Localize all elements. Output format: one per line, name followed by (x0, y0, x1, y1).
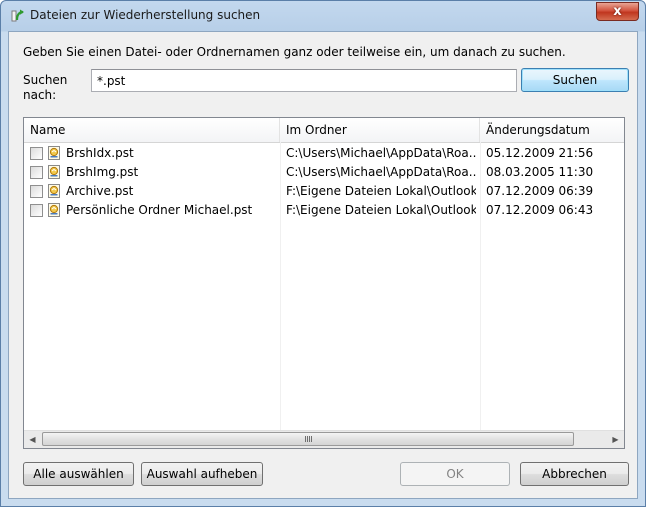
title-bar[interactable]: Dateien zur Wiederherstellung suchen x (1, 1, 645, 31)
list-header: Name Im Ordner Änderungsdatum (24, 118, 624, 143)
table-row[interactable]: Persönliche Ordner Michael.pst F:\Eigene… (24, 201, 624, 220)
window-title: Dateien zur Wiederherstellung suchen (30, 8, 261, 22)
pst-file-icon (46, 183, 62, 199)
close-button[interactable]: x (596, 2, 639, 21)
column-header-name[interactable]: Name (24, 118, 280, 142)
restore-icon (9, 8, 25, 24)
grip-icon (305, 436, 313, 442)
ok-button[interactable]: OK (400, 462, 510, 486)
scrollbar-thumb[interactable] (42, 432, 574, 446)
instruction-text: Geben Sie einen Datei- oder Ordnernamen … (23, 45, 566, 59)
table-row[interactable]: Archive.pst F:\Eigene Dateien Lokal\Outl… (24, 182, 624, 201)
deselect-button[interactable]: Auswahl aufheben (141, 462, 263, 486)
table-row[interactable]: BrshImg.pst C:\Users\Michael\AppData\Roa… (24, 163, 624, 182)
row-checkbox[interactable] (30, 147, 43, 160)
row-file-name: Persönliche Ordner Michael.pst (66, 203, 253, 217)
row-folder: C:\Users\Michael\AppData\Roa... (286, 146, 476, 160)
restore-search-dialog: Dateien zur Wiederherstellung suchen x G… (0, 0, 646, 507)
row-file-name: Archive.pst (66, 184, 134, 198)
scroll-right-icon[interactable]: ▶ (607, 431, 624, 448)
row-date: 07.12.2009 06:43 (486, 203, 594, 217)
horizontal-scrollbar[interactable]: ◀ ▶ (24, 430, 624, 448)
dialog-body: Geben Sie einen Datei- oder Ordnernamen … (8, 31, 638, 499)
row-date: 08.03.2005 11:30 (486, 165, 594, 179)
row-file-name: BrshImg.pst (66, 165, 139, 179)
list-rows: BrshIdx.pst C:\Users\Michael\AppData\Roa… (24, 144, 624, 220)
row-folder: F:\Eigene Dateien Lokal\Outlook (286, 184, 476, 198)
cancel-button[interactable]: Abbrechen (520, 462, 629, 486)
pst-file-icon (46, 164, 62, 180)
scroll-left-icon[interactable]: ◀ (24, 431, 41, 448)
search-input[interactable] (91, 69, 517, 92)
row-checkbox[interactable] (30, 204, 43, 217)
row-checkbox[interactable] (30, 166, 43, 179)
row-folder: F:\Eigene Dateien Lokal\Outlook (286, 203, 476, 217)
row-file-name: BrshIdx.pst (66, 146, 134, 160)
column-header-folder[interactable]: Im Ordner (280, 118, 480, 142)
search-button[interactable]: Suchen (521, 68, 629, 92)
row-date: 05.12.2009 21:56 (486, 146, 594, 160)
row-checkbox[interactable] (30, 185, 43, 198)
row-date: 07.12.2009 06:39 (486, 184, 594, 198)
select-all-button[interactable]: Alle auswählen (23, 462, 134, 486)
pst-file-icon (46, 202, 62, 218)
table-row[interactable]: BrshIdx.pst C:\Users\Michael\AppData\Roa… (24, 144, 624, 163)
row-folder: C:\Users\Michael\AppData\Roa... (286, 165, 476, 179)
close-icon: x (613, 4, 622, 19)
pst-file-icon (46, 145, 62, 161)
search-label: Suchen nach: (23, 73, 68, 102)
results-list[interactable]: Name Im Ordner Änderungsdatum BrshIdx.ps… (23, 117, 625, 449)
column-header-date[interactable]: Änderungsdatum (480, 118, 624, 142)
